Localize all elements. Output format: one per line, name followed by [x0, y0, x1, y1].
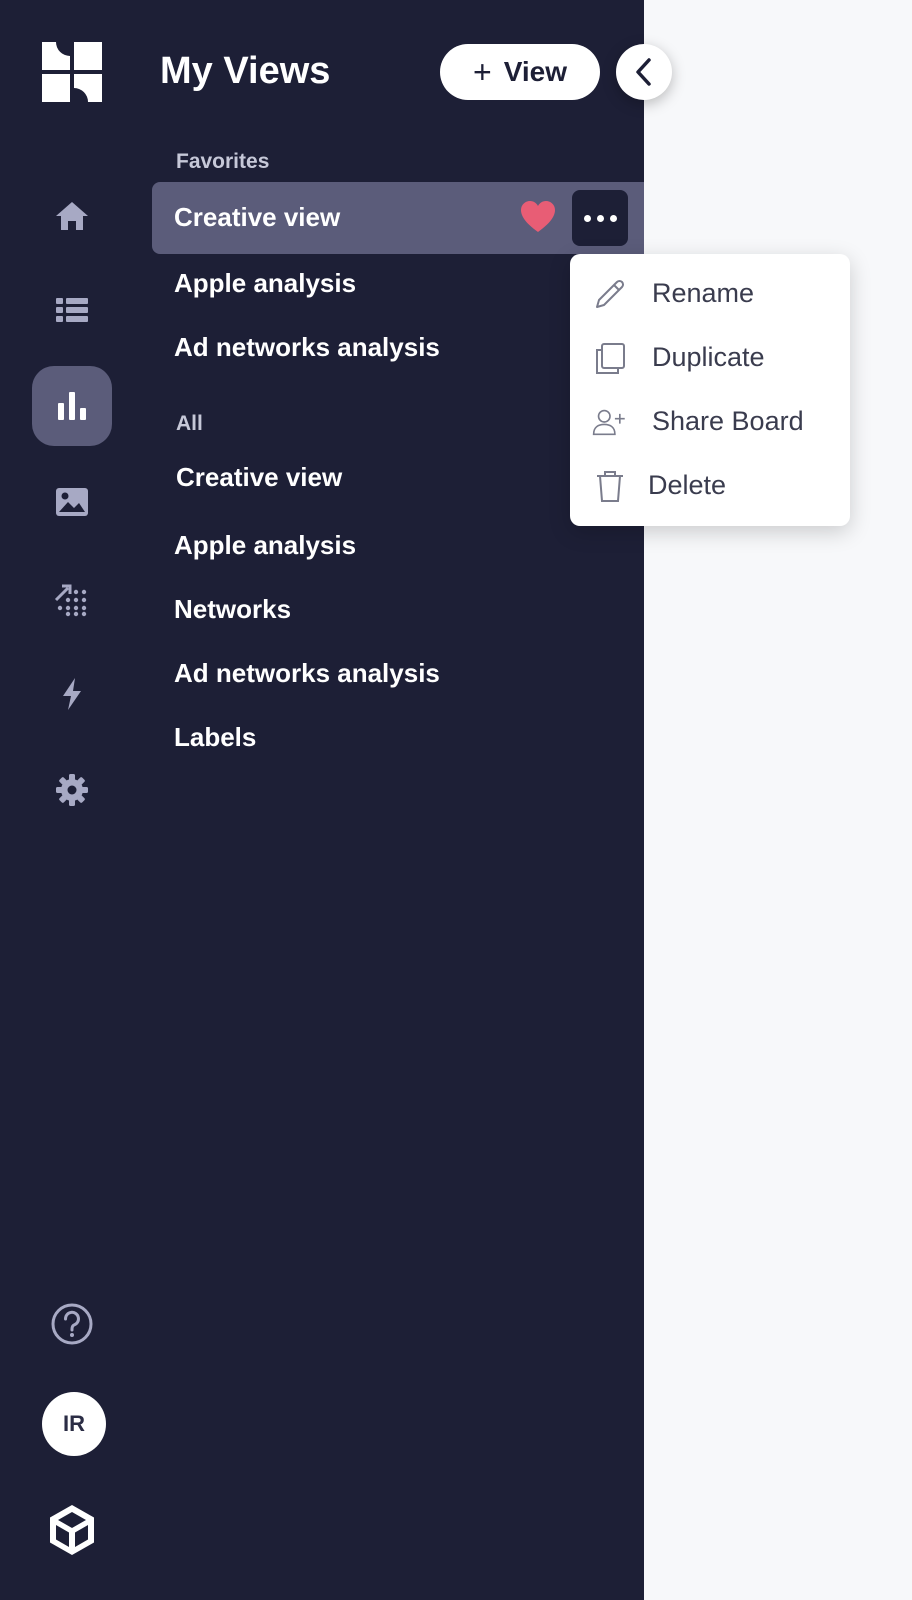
app-logo[interactable] [42, 42, 102, 102]
context-menu: Rename Duplicate Share Board Delete [570, 254, 850, 526]
rail-creatives-button[interactable] [32, 462, 112, 542]
menu-share-board-label: Share Board [652, 406, 804, 436]
user-avatar[interactable]: IR [42, 1392, 106, 1456]
all-item[interactable]: Labels [174, 722, 256, 753]
lightning-icon [63, 678, 81, 710]
all-item[interactable]: Creative view [176, 462, 342, 493]
heart-icon[interactable] [520, 200, 556, 234]
add-view-label: View [503, 56, 567, 87]
menu-share-board[interactable]: Share Board [570, 394, 850, 450]
favorite-item[interactable]: Ad networks analysis [174, 332, 440, 363]
more-dot [583, 214, 591, 222]
menu-duplicate-label: Duplicate [652, 342, 765, 372]
favorite-item-selected[interactable]: Creative view [152, 182, 644, 254]
favorite-item[interactable]: Apple analysis [174, 268, 356, 299]
more-dot [596, 214, 604, 222]
list-icon [56, 298, 88, 322]
all-item[interactable]: Ad networks analysis [174, 658, 440, 689]
bar-chart-icon [58, 392, 86, 420]
collapse-panel-button[interactable] [616, 44, 672, 100]
menu-rename-label: Rename [652, 278, 755, 308]
trash-icon [597, 471, 623, 502]
image-icon [56, 488, 88, 516]
menu-duplicate[interactable]: Duplicate [570, 330, 850, 386]
menu-delete-label: Delete [648, 470, 727, 500]
rail-automation-button[interactable] [32, 654, 112, 734]
all-item[interactable]: Apple analysis [174, 530, 356, 561]
help-icon[interactable] [50, 1302, 94, 1346]
all-item[interactable]: Networks [174, 594, 291, 625]
chevron-left-icon [636, 58, 651, 86]
gear-icon [56, 774, 88, 806]
menu-rename[interactable]: Rename [570, 266, 850, 322]
rail-analytics-button[interactable] [32, 366, 112, 446]
add-user-icon [592, 409, 625, 436]
favorite-item-label: Creative view [174, 202, 341, 232]
pencil-icon [596, 279, 625, 308]
trend-dots-icon [54, 584, 87, 617]
home-icon [56, 202, 88, 230]
unity-logo [50, 1505, 94, 1555]
rail-trends-button[interactable] [32, 558, 112, 638]
all-heading: All [176, 412, 203, 435]
more-dot [609, 214, 617, 222]
favorites-heading: Favorites [176, 150, 270, 173]
content-area [644, 0, 912, 1600]
page-title: My Views [160, 50, 331, 92]
more-options-button[interactable] [572, 190, 628, 246]
rail-list-button[interactable] [32, 270, 112, 350]
add-view-button[interactable]: + View [440, 44, 600, 100]
duplicate-icon [596, 343, 625, 374]
rail-settings-button[interactable] [32, 750, 112, 830]
menu-delete[interactable]: Delete [570, 458, 850, 514]
rail-home-button[interactable] [32, 176, 112, 256]
plus-icon: + [473, 54, 492, 90]
